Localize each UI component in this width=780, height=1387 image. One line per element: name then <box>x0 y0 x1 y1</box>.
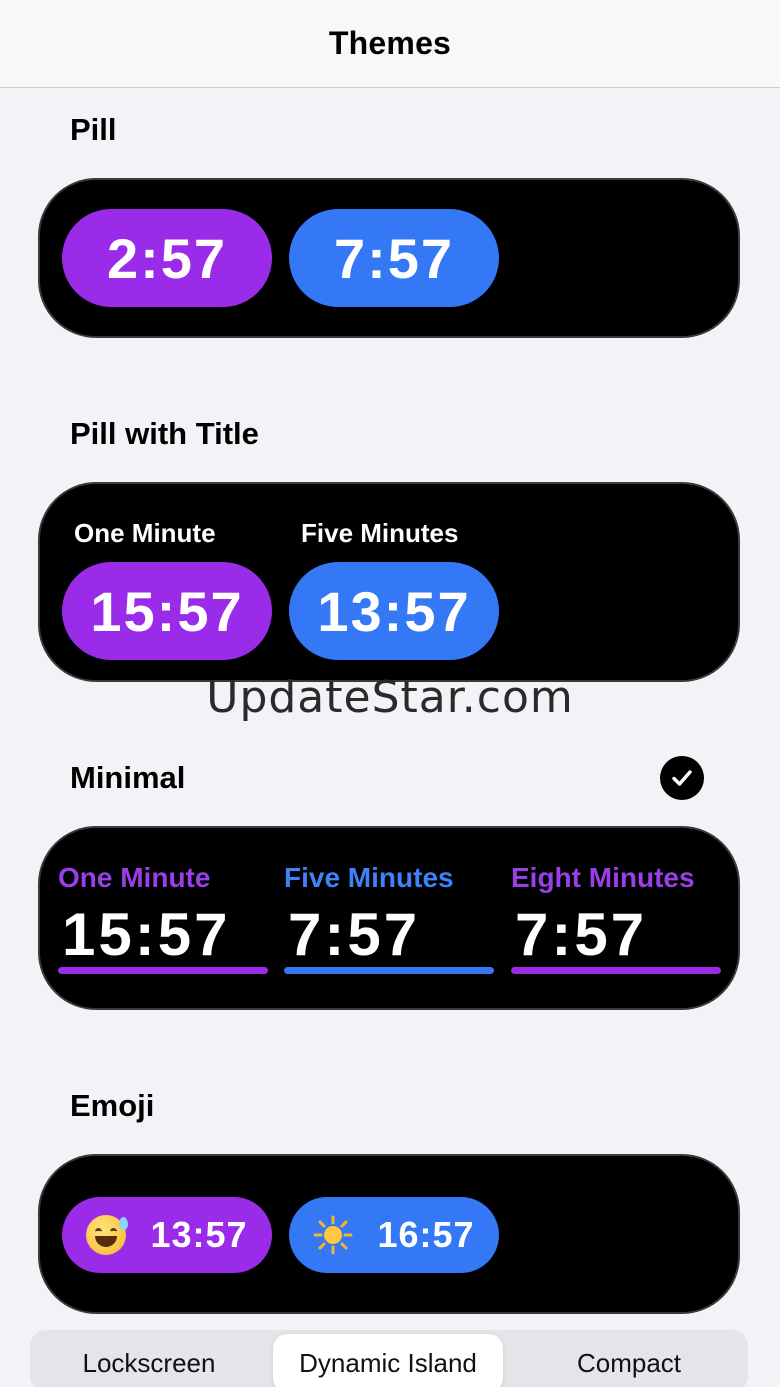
timer-pill: 13:57 <box>289 562 499 660</box>
timer-pill: 7:57 <box>289 209 499 307</box>
timer-value: 15:57 <box>90 579 244 643</box>
theme-card-emoji[interactable]: 13:57 16:57 <box>38 1154 740 1314</box>
progress-bar <box>284 967 494 974</box>
timer-label: One Minute <box>58 862 211 893</box>
section-title-emoji: Emoji <box>70 1088 155 1123</box>
theme-card-pill[interactable]: 2:57 7:57 <box>38 178 740 338</box>
timer-value: 7:57 <box>333 226 455 290</box>
timer-value: 7:57 <box>288 901 421 968</box>
watermark: UpdateStar.com <box>206 672 574 723</box>
timer-value: 7:57 <box>515 901 648 968</box>
tab-label: Lockscreen <box>82 1347 216 1378</box>
selected-checkmark-icon <box>660 756 704 800</box>
tab-compact[interactable]: Compact <box>514 1334 744 1387</box>
theme-card-minimal[interactable]: One Minute 15:57 Five Minutes 7:57 Eight… <box>38 826 740 1010</box>
progress-bar <box>511 967 721 974</box>
tab-dynamic-island[interactable]: Dynamic Island <box>273 1334 503 1387</box>
timer-label: Five Minutes <box>301 518 459 548</box>
timer-value: 2:57 <box>106 226 228 290</box>
timer-pill: 13:57 <box>62 1197 272 1273</box>
timer-pill: 2:57 <box>62 209 272 307</box>
tab-label: Dynamic Island <box>299 1347 477 1378</box>
tab-lockscreen[interactable]: Lockscreen <box>34 1334 264 1387</box>
page-title: Themes <box>328 25 452 61</box>
theme-card-pill-with-title[interactable]: One Minute Five Minutes 15:57 13:57 <box>38 482 740 682</box>
timer-label: One Minute <box>74 518 216 548</box>
timer-value: 15:57 <box>62 901 231 968</box>
tab-label: Compact <box>576 1347 682 1378</box>
timer-value: 13:57 <box>150 1214 248 1255</box>
timer-label: Five Minutes <box>284 862 454 893</box>
sun-emoji-icon <box>313 1215 353 1255</box>
section-title-minimal: Minimal <box>70 760 186 795</box>
section-title-pill: Pill <box>70 112 117 147</box>
timer-label: Eight Minutes <box>511 862 695 893</box>
segmented-control: Lockscreen Dynamic Island Compact <box>30 1330 748 1387</box>
navigation-bar: Themes <box>0 0 780 88</box>
timer-value: 13:57 <box>317 579 471 643</box>
timer-pill: 16:57 <box>289 1197 499 1273</box>
grinning-sweat-emoji-icon <box>86 1215 129 1255</box>
section-title-pill-with-title: Pill with Title <box>70 416 259 451</box>
timer-pill: 15:57 <box>62 562 272 660</box>
progress-bar <box>58 967 268 974</box>
timer-value: 16:57 <box>377 1214 475 1255</box>
